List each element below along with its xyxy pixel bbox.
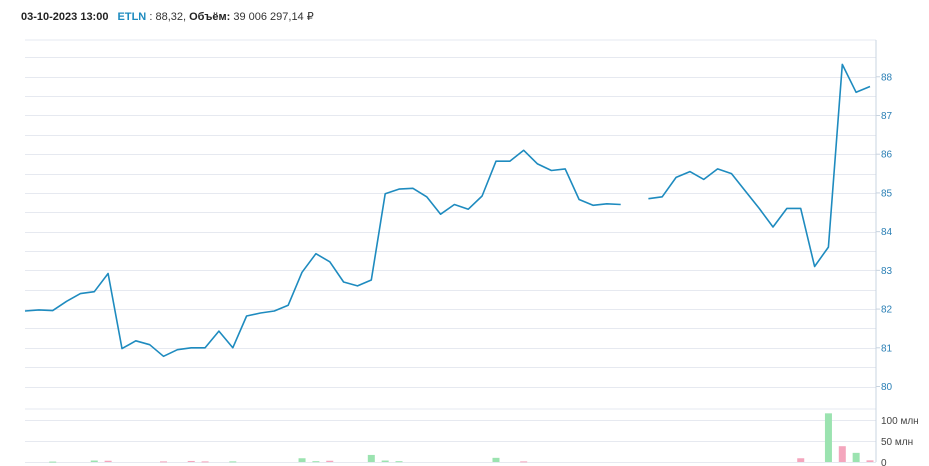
- volume-bar: [395, 461, 403, 463]
- volume-bar: [326, 460, 334, 462]
- volume-axis-ticks: 0 50 млн 100 млн: [881, 416, 919, 466]
- price-line-segment: [24, 149, 621, 358]
- volume-bar: [90, 460, 98, 462]
- volume-bar: [367, 454, 375, 462]
- price-tick-label: 82: [881, 305, 893, 316]
- price-tick-label: 88: [881, 72, 893, 83]
- volume-bar: [838, 446, 846, 462]
- volume-bar: [520, 461, 528, 463]
- volume-bar: [381, 460, 389, 462]
- volume-tick-label: 100 млн: [881, 416, 919, 427]
- volume-bar: [49, 461, 57, 463]
- price-tick-label: 85: [881, 188, 893, 199]
- volume-bar: [160, 461, 168, 463]
- price-tick-label: 86: [881, 150, 893, 161]
- volume-tick-label: 0: [881, 458, 887, 466]
- price-tick-label: 84: [881, 227, 893, 238]
- volume-tick-label: 50 млн: [881, 437, 913, 448]
- price-tick-label: 81: [881, 343, 893, 354]
- volume-grid: [25, 420, 876, 463]
- volume-bar: [852, 452, 860, 462]
- volume-bar: [492, 457, 500, 462]
- price-tick-label: 80: [881, 382, 893, 393]
- volume-bar: [866, 460, 874, 462]
- price-tick-label: 87: [881, 111, 893, 122]
- price-grid: [25, 39, 876, 410]
- volume-bar: [824, 413, 832, 462]
- volume-bar: [201, 461, 209, 463]
- price-line-series: [24, 63, 871, 358]
- volume-bar: [229, 461, 237, 463]
- price-line-segment: [648, 63, 871, 268]
- price-volume-chart[interactable]: 80 81 82 83 84 85 86 87 88 0 50 млн 100 млн: [0, 0, 929, 466]
- volume-bar: [298, 458, 306, 462]
- volume-bar: [797, 458, 805, 462]
- volume-bar: [187, 460, 195, 462]
- price-tick-label: 83: [881, 266, 893, 277]
- volume-bar: [104, 460, 112, 462]
- price-axis-ticks: 80 81 82 83 84 85 86 87 88: [876, 72, 893, 393]
- volume-bar: [312, 461, 320, 463]
